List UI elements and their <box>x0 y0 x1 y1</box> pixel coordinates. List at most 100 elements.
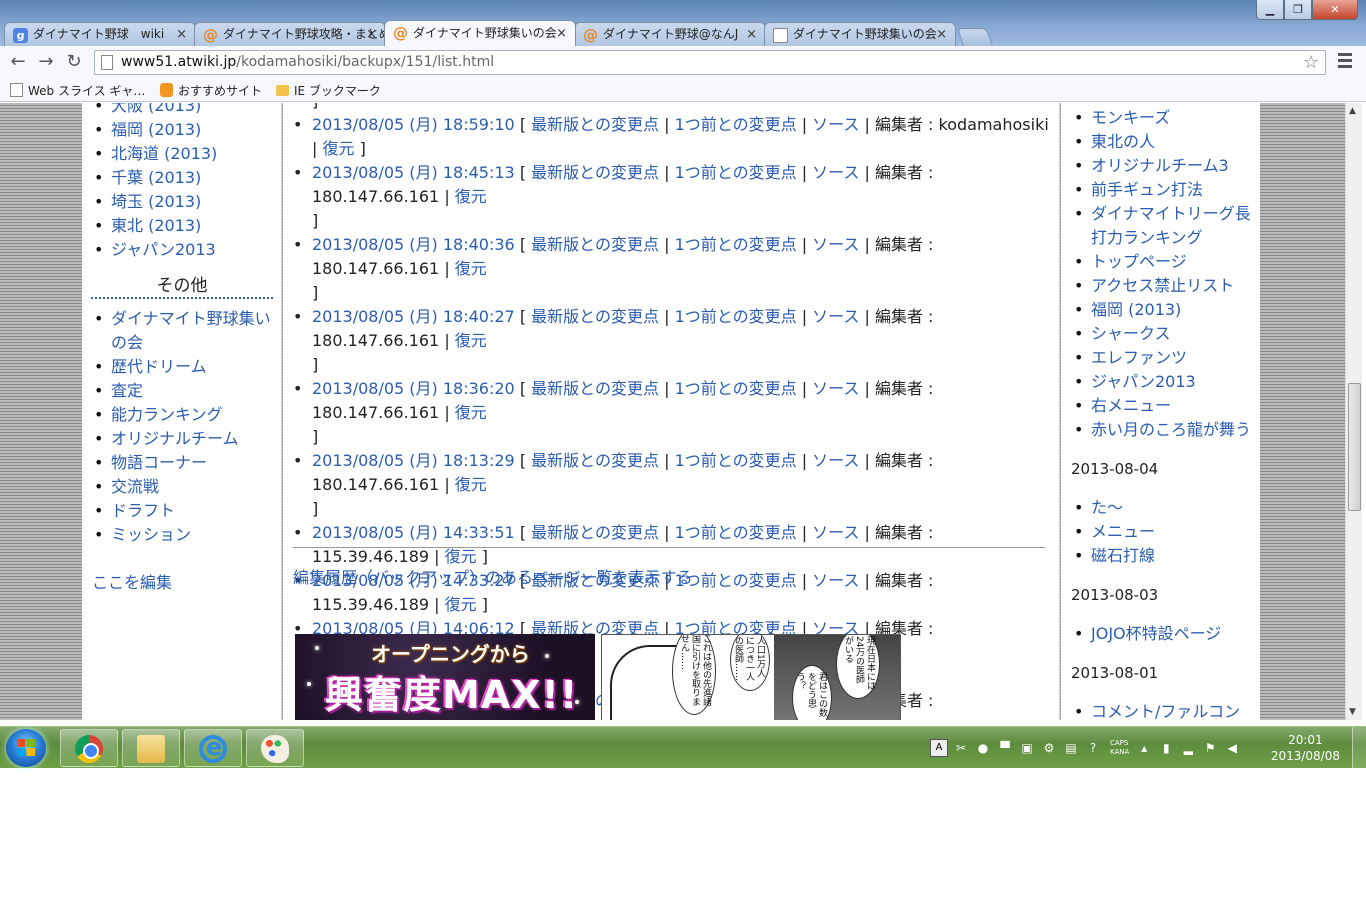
diff-previous-link[interactable]: 1つ前との変更点 <box>675 571 797 590</box>
edit-menu-link[interactable]: ここを編集 <box>92 569 172 593</box>
restore-link[interactable]: 復元 <box>445 595 477 614</box>
taskbar-explorer[interactable] <box>122 729 180 767</box>
source-link[interactable]: ソース <box>812 571 859 590</box>
maximize-button[interactable]: ❐ <box>1284 0 1312 20</box>
forward-icon[interactable]: → <box>34 50 58 74</box>
history-date-link[interactable]: 2013/08/05 (月) 18:40:27 <box>312 307 515 326</box>
tab-3[interactable]: @ ダイナマイト野球集いの会 × <box>384 20 576 46</box>
network-bars-icon[interactable]: ▂ <box>1179 739 1197 757</box>
source-link[interactable]: ソース <box>812 307 859 326</box>
taskbar-paint[interactable] <box>246 729 304 767</box>
recent-page-link[interactable]: トップページ <box>1071 250 1256 274</box>
flag-icon[interactable]: ⚑ <box>1201 739 1219 757</box>
bookmark-item[interactable]: IE ブックマーク <box>276 82 381 99</box>
left-menu-item[interactable]: 物語コーナー <box>91 451 276 475</box>
close-window-button[interactable]: ✕ <box>1312 0 1358 20</box>
history-date-link[interactable]: 2013/08/05 (月) 18:45:13 <box>312 163 515 182</box>
recent-page-link[interactable]: 磁石打線 <box>1071 544 1256 568</box>
user-icon[interactable]: ● <box>974 739 992 757</box>
star-icon[interactable]: ☆ <box>1303 52 1319 73</box>
help-icon[interactable]: ? <box>1084 739 1102 757</box>
left-menu-item[interactable]: 歴代ドリーム <box>91 355 276 379</box>
source-link[interactable]: ソース <box>812 523 859 542</box>
restore-link[interactable]: 復元 <box>322 139 354 158</box>
close-tab-icon[interactable]: × <box>366 23 377 46</box>
diff-latest-link[interactable]: 最新版との変更点 <box>531 235 659 254</box>
scissors-icon[interactable]: ✂ <box>952 739 970 757</box>
diff-latest-link[interactable]: 最新版との変更点 <box>531 379 659 398</box>
tab-1[interactable]: g ダイナマイト野球 wiki × <box>4 22 196 46</box>
left-menu-item[interactable]: 東北 (2013) <box>91 214 276 238</box>
diff-previous-link[interactable]: 1つ前との変更点 <box>675 307 797 326</box>
ad-banner-manga[interactable]: これは他の先進諸国に引けを取りません…… 人口1万人につき一人の医師…… 現在日… <box>601 634 901 720</box>
recent-page-link[interactable]: 右メニュー <box>1071 394 1256 418</box>
menu-icon[interactable] <box>1338 53 1352 69</box>
recent-page-link[interactable]: アクセス禁止リスト <box>1071 274 1256 298</box>
recent-page-link[interactable]: シャークス <box>1071 322 1256 346</box>
diff-latest-link[interactable]: 最新版との変更点 <box>531 115 659 134</box>
left-menu-item[interactable]: 千葉 (2013) <box>91 166 276 190</box>
diff-previous-link[interactable]: 1つ前との変更点 <box>675 451 797 470</box>
left-menu-item[interactable]: ジャパン2013 <box>91 238 276 262</box>
bookmark-item[interactable]: おすすめサイト <box>160 82 262 99</box>
diff-latest-link[interactable]: 最新版との変更点 <box>531 523 659 542</box>
history-date-link[interactable]: 2013/08/05 (月) 14:33:51 <box>312 523 515 542</box>
history-date-link[interactable]: 2013/08/05 (月) 18:59:10 <box>312 115 515 134</box>
restore-link[interactable]: 復元 <box>455 475 487 494</box>
left-menu-item[interactable]: 北海道 (2013) <box>91 142 276 166</box>
recent-page-link[interactable]: 前手ギュン打法 <box>1071 178 1256 202</box>
bookmark-item[interactable]: Web スライス ギャ… <box>10 82 145 99</box>
source-link[interactable]: ソース <box>812 163 859 182</box>
new-tab-button[interactable] <box>957 28 993 46</box>
back-icon[interactable]: ← <box>6 50 30 74</box>
diff-previous-link[interactable]: 1つ前との変更点 <box>675 115 797 134</box>
vertical-scrollbar[interactable]: ▲ ▼ <box>1345 103 1362 720</box>
diff-previous-link[interactable]: 1つ前との変更点 <box>675 379 797 398</box>
left-menu-item[interactable]: ドラフト <box>91 499 276 523</box>
restore-link[interactable]: 復元 <box>455 331 487 350</box>
taskbar-chrome[interactable] <box>60 729 118 767</box>
restore-link[interactable]: 復元 <box>455 259 487 278</box>
window-icon[interactable]: ▤ <box>1062 739 1080 757</box>
left-menu-item[interactable]: 大阪 (2013) <box>91 103 276 118</box>
signal-icon[interactable]: ▮ <box>1157 739 1175 757</box>
recent-page-link[interactable]: 東北の人 <box>1071 130 1256 154</box>
left-menu-item[interactable]: 能力ランキング <box>91 403 276 427</box>
left-menu-item[interactable]: ダイナマイト野球集いの会 <box>91 307 276 355</box>
minimize-button[interactable]: ▁ <box>1256 0 1284 20</box>
ime-mode-icon[interactable]: A <box>930 739 948 757</box>
diff-latest-link[interactable]: 最新版との変更点 <box>531 451 659 470</box>
close-tab-icon[interactable]: × <box>746 23 757 46</box>
close-tab-icon[interactable]: × <box>176 23 187 46</box>
scroll-thumb[interactable] <box>1348 383 1361 511</box>
close-tab-icon[interactable]: × <box>936 23 947 46</box>
volume-icon[interactable]: ◀ <box>1223 739 1241 757</box>
tab-2[interactable]: @ ダイナマイト野球攻略・まとめ × <box>194 22 386 46</box>
source-link[interactable]: ソース <box>812 115 859 134</box>
restore-link[interactable]: 復元 <box>455 403 487 422</box>
tab-5[interactable]: ダイナマイト野球集いの会 × <box>764 22 956 46</box>
recent-page-link[interactable]: た～ <box>1071 496 1256 520</box>
gear-icon[interactable]: ⚙ <box>1040 739 1058 757</box>
diff-previous-link[interactable]: 1つ前との変更点 <box>675 523 797 542</box>
recent-page-link[interactable]: モンキーズ <box>1071 106 1256 130</box>
diff-latest-link[interactable]: 最新版との変更点 <box>531 307 659 326</box>
source-link[interactable]: ソース <box>812 235 859 254</box>
source-link[interactable]: ソース <box>812 451 859 470</box>
recent-page-link[interactable]: コメント/ファルコン <box>1071 700 1256 720</box>
left-menu-item[interactable]: 交流戦 <box>91 475 276 499</box>
diff-previous-link[interactable]: 1つ前との変更点 <box>675 163 797 182</box>
clock[interactable]: 20:01 2013/08/08 <box>1271 732 1340 764</box>
show-hidden-icon[interactable]: ▴ <box>1135 739 1153 757</box>
recent-page-link[interactable]: メニュー <box>1071 520 1256 544</box>
left-menu-item[interactable]: 埼玉 (2013) <box>91 190 276 214</box>
recent-page-link[interactable]: ダイナマイトリーグ長打力ランキング <box>1071 202 1256 250</box>
ad-banner-game[interactable]: オープニングから 興奮度MAX!! <box>295 634 595 720</box>
start-button[interactable] <box>6 729 46 767</box>
recent-page-link[interactable]: JOJO杯特設ページ <box>1071 622 1256 646</box>
recent-page-link[interactable]: オリジナルチーム3 <box>1071 154 1256 178</box>
recent-page-link[interactable]: 赤い月のころ龍が舞う <box>1071 418 1256 442</box>
left-menu-item[interactable]: 福岡 (2013) <box>91 118 276 142</box>
address-bar[interactable]: www51.atwiki.jp/kodamahosiki/backupx/151… <box>94 50 1326 75</box>
diff-previous-link[interactable]: 1つ前との変更点 <box>675 235 797 254</box>
